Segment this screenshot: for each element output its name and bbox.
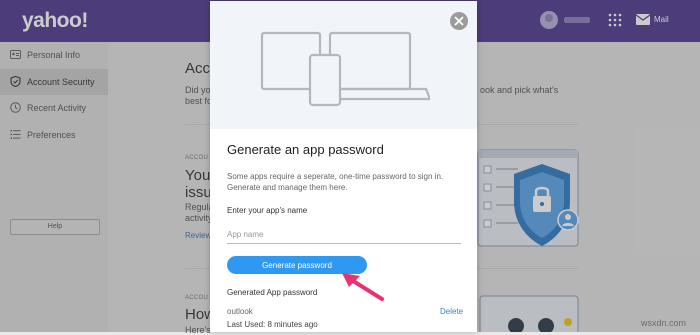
devices-illustration-icon [260, 31, 430, 107]
app-name-label: Enter your app's name [227, 206, 308, 215]
modal-description: Some apps require a seperate, one-time p… [227, 172, 444, 192]
modal-hero [210, 1, 477, 129]
modal-title: Generate an app password [227, 142, 384, 157]
annotation-arrow-icon [342, 273, 384, 301]
close-button[interactable] [450, 12, 468, 30]
delete-app-password-link[interactable]: Delete [440, 307, 463, 316]
watermark: wsxdn.com [641, 318, 687, 328]
app-entry-name: outlook [227, 307, 253, 316]
app-name-input[interactable] [227, 227, 461, 244]
close-icon [454, 16, 464, 26]
last-used-text: Last Used: 8 minutes ago [227, 320, 318, 329]
generated-password-label: Generated App password [227, 288, 318, 297]
